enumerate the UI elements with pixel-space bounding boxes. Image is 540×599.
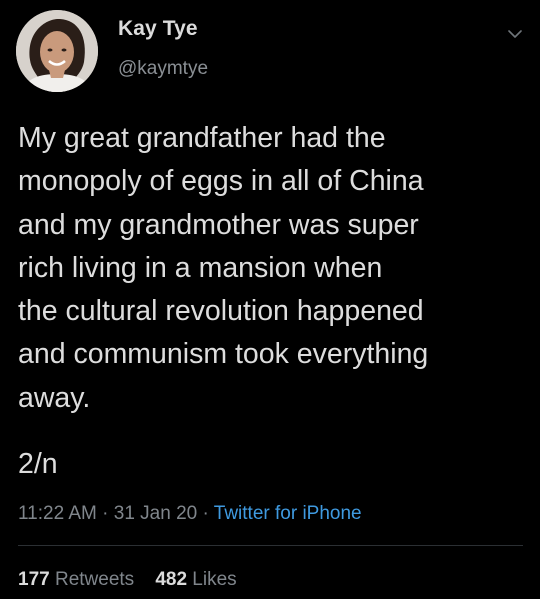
tweet-time[interactable]: 11:22 AM bbox=[18, 503, 97, 524]
likes-count: 482 bbox=[155, 569, 188, 590]
retweets-label: Retweets bbox=[54, 569, 135, 590]
retweets-count: 177 bbox=[18, 569, 50, 590]
tweet-stats: 177 Retweets 482 Likes bbox=[18, 569, 237, 591]
tweet-source-link[interactable]: Twitter for iPhone bbox=[214, 503, 362, 524]
likes-stat[interactable]: 482 Likes bbox=[155, 569, 236, 590]
thread-marker: 2/n bbox=[18, 448, 58, 480]
tweet-text: My great grandfather had the monopoly of… bbox=[18, 122, 429, 414]
author-handle[interactable]: @kaymtye bbox=[118, 58, 208, 80]
retweets-stat[interactable]: 177 Retweets bbox=[18, 569, 139, 590]
meta-separator: · bbox=[102, 503, 109, 524]
divider bbox=[18, 545, 523, 546]
avatar-image bbox=[16, 10, 98, 92]
likes-label: Likes bbox=[192, 569, 237, 590]
tweet-card: Kay Tye @kaymtye My great grandfather ha… bbox=[0, 0, 540, 599]
tweet-meta: 11:22 AM · 31 Jan 20 · Twitter for iPhon… bbox=[18, 503, 362, 525]
chevron-down-icon[interactable] bbox=[507, 27, 523, 41]
avatar[interactable] bbox=[16, 10, 98, 92]
author-name[interactable]: Kay Tye bbox=[118, 17, 198, 41]
meta-separator: · bbox=[202, 503, 209, 524]
tweet-date[interactable]: 31 Jan 20 bbox=[114, 503, 197, 524]
